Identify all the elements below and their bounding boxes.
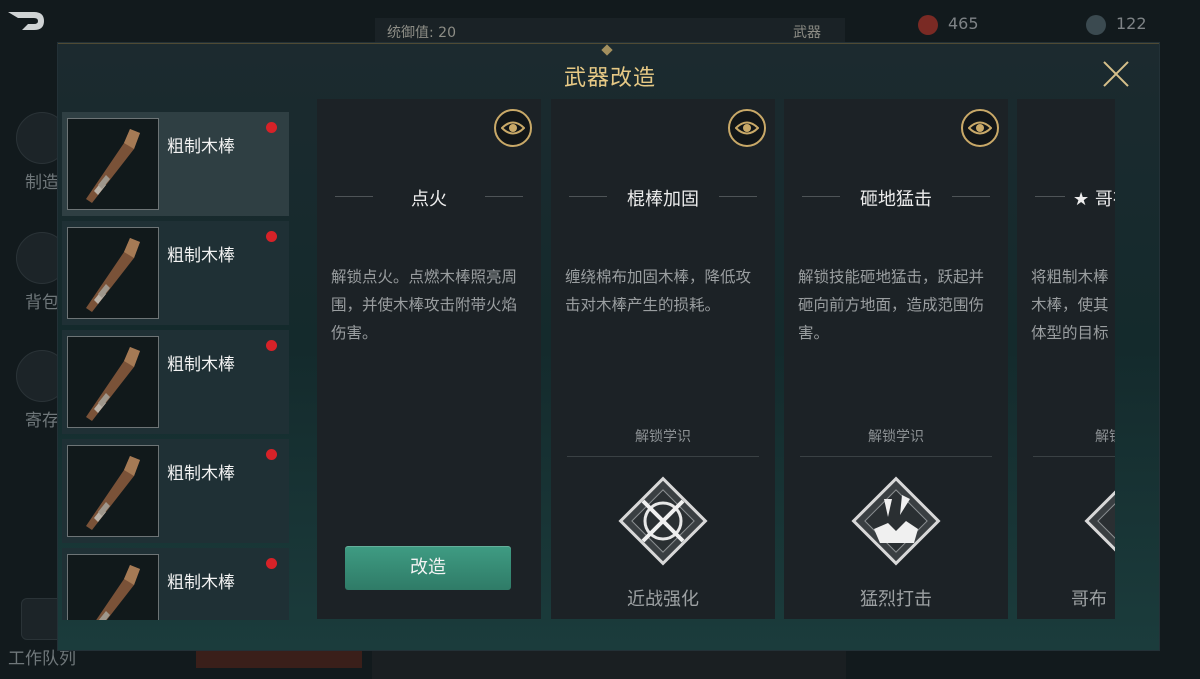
mod-card-ignite[interactable]: 点火 解锁点火。点燃木棒照亮周围，并使木棒攻击附带火焰伤害。 改造 — [317, 99, 541, 619]
mod-card-goblin[interactable]: ★ 哥布 将粗制木棒木棒，使其体型的目标 解锁 哥布 — [1017, 99, 1115, 619]
card-title: ★ 哥布 — [1073, 189, 1115, 210]
weapon-list-item[interactable]: 粗制木棒 — [62, 112, 289, 216]
wooden-club-icon — [67, 336, 159, 428]
modification-cards[interactable]: 点火 解锁点火。点燃木棒照亮周围，并使木棒攻击附带火焰伤害。 改造 棍棒加固 缠… — [317, 99, 1115, 619]
goblin-skill-icon[interactable] — [1077, 469, 1115, 573]
resource-1: 465 — [918, 14, 979, 35]
eye-icon[interactable] — [961, 109, 999, 147]
notification-dot — [266, 122, 277, 133]
resource-2: 122 — [1086, 14, 1147, 35]
weapon-list-item[interactable]: 粗制木棒 — [62, 330, 289, 434]
card-description: 解锁点火。点燃木棒照亮周围，并使木棒攻击附带火焰伤害。 — [331, 268, 518, 342]
work-queue-icon — [21, 598, 63, 640]
card-description: 将粗制木棒木棒，使其体型的目标 — [1031, 268, 1109, 342]
card-title: 砸地猛击 — [860, 189, 932, 210]
weapon-name: 粗制木棒 — [167, 464, 235, 484]
skill-name: 近战强化 — [627, 589, 699, 610]
weapon-name: 粗制木棒 — [167, 137, 235, 157]
weapon-name: 粗制木棒 — [167, 246, 235, 266]
eye-icon[interactable] — [494, 109, 532, 147]
skill-name: 猛烈打击 — [860, 589, 932, 610]
weapon-list-item[interactable]: 粗制木棒 — [62, 221, 289, 325]
mod-card-reinforce[interactable]: 棍棒加固 缠绕棉布加固木棒，降低攻击对木棒产生的损耗。 解锁学识 近战强化 — [551, 99, 775, 619]
eye-icon[interactable] — [728, 109, 766, 147]
divider — [719, 196, 757, 197]
modal-top-line — [58, 43, 1159, 44]
divider — [800, 456, 992, 457]
notification-dot — [266, 449, 277, 460]
weapon-list-item[interactable]: 粗制木棒 — [62, 548, 289, 620]
mod-card-ground-smash[interactable]: 砸地猛击 解锁技能砸地猛击，跃起并砸向前方地面，造成范围伤害。 解锁学识 猛烈打… — [784, 99, 1008, 619]
unlock-label: 解锁 — [1095, 429, 1115, 445]
divider — [952, 196, 990, 197]
card-title: 棍棒加固 — [627, 189, 699, 210]
divider — [1033, 456, 1115, 457]
resource-1-icon — [918, 14, 938, 35]
notification-dot — [266, 558, 277, 569]
card-title: 点火 — [411, 189, 447, 210]
modify-button[interactable]: 改造 — [345, 546, 511, 590]
top-info-bar: 统御值: 20 武器 — [375, 18, 845, 45]
weapon-list-item[interactable]: 粗制木棒 — [62, 439, 289, 543]
divider — [1035, 196, 1065, 197]
unlock-label: 解锁学识 — [868, 429, 924, 445]
modal-title: 武器改造 — [563, 66, 656, 91]
weapon-list[interactable]: 粗制木棒 粗制木棒 粗制木棒 粗制木棒 粗制木棒 — [62, 112, 289, 620]
weapon-name: 粗制木棒 — [167, 355, 235, 375]
notification-dot — [266, 231, 277, 242]
back-icon[interactable] — [4, 6, 48, 36]
wooden-club-icon — [67, 554, 159, 620]
unlock-label: 解锁学识 — [635, 429, 691, 445]
skill-name: 哥布 — [1071, 589, 1107, 610]
wooden-club-icon — [67, 227, 159, 319]
resource-2-icon — [1086, 14, 1106, 35]
card-description: 解锁技能砸地猛击，跃起并砸向前方地面，造成范围伤害。 — [798, 268, 985, 342]
tab-weapon[interactable]: 武器 — [793, 22, 821, 42]
card-description: 缠绕棉布加固木棒，降低攻击对木棒产生的损耗。 — [565, 268, 752, 314]
ground-smash-icon[interactable] — [844, 469, 948, 573]
close-icon[interactable] — [1102, 60, 1130, 88]
divider — [567, 456, 759, 457]
wooden-club-icon — [67, 118, 159, 210]
command-value: 统御值: 20 — [387, 25, 456, 41]
divider — [485, 196, 523, 197]
wooden-club-icon — [67, 445, 159, 537]
weapon-name: 粗制木棒 — [167, 573, 235, 593]
bottom-bar — [372, 648, 846, 679]
crossed-swords-icon[interactable] — [611, 469, 715, 573]
notification-dot — [266, 340, 277, 351]
